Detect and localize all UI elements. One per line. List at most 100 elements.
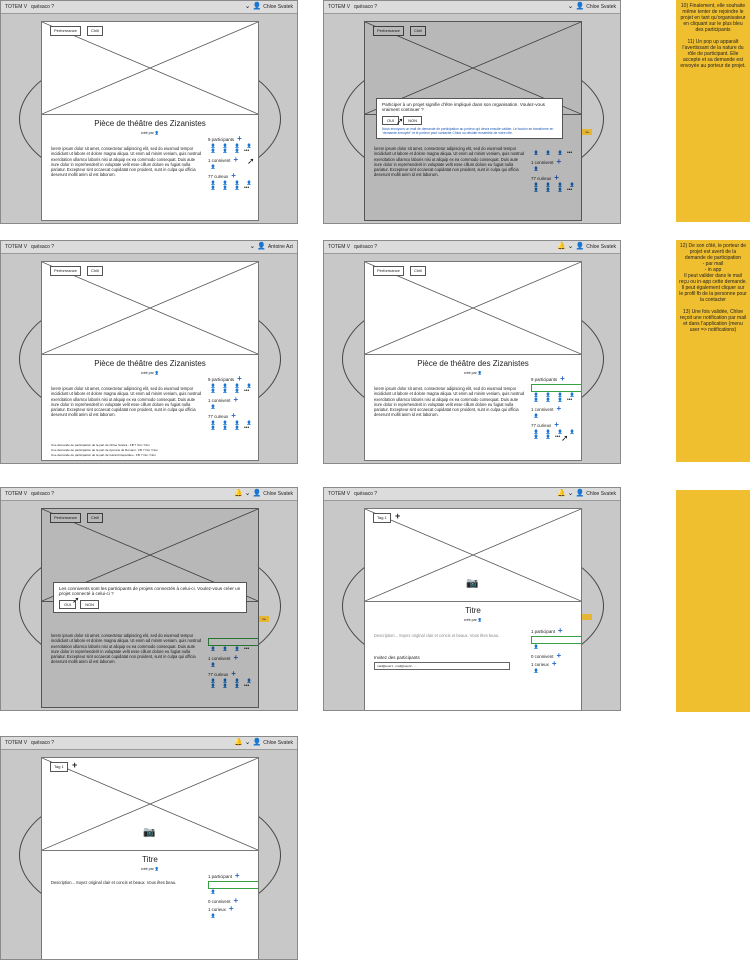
add-participant-button[interactable]: + <box>558 627 563 635</box>
participants-count: 9 participants <box>531 376 558 382</box>
chevron-down-icon[interactable]: ⌄ <box>245 1 251 13</box>
menu-quesaco[interactable]: quésaco ? <box>31 488 54 500</box>
curieux-count: 1 curieux <box>208 906 226 912</box>
user-name[interactable]: Chloe Svatek <box>263 488 293 500</box>
tag-chill[interactable]: Chill <box>87 26 103 36</box>
user-name[interactable]: Chloe Svatek <box>586 488 616 500</box>
pending-request-badge: ··· <box>208 881 258 889</box>
add-tag-button[interactable]: + <box>395 511 400 521</box>
user-icon[interactable]: 👤 <box>253 488 262 500</box>
invite-label: Invitez des participants <box>374 655 420 660</box>
logo[interactable]: TOTEM V <box>5 1 27 13</box>
tag-performance[interactable]: Performance <box>50 266 81 276</box>
side-yellow-tab <box>582 614 592 620</box>
tag-1[interactable]: Tag 1 <box>50 762 68 772</box>
add-participant-button[interactable]: + <box>237 375 242 383</box>
banner-image-placeholder[interactable]: Tag 1 + 📷 <box>42 758 258 851</box>
project-description: lorem ipsum dolor sit amet, consectetur … <box>51 146 202 178</box>
tag-chill[interactable]: Chill <box>410 266 426 276</box>
project-card: Performance Chill Pièce de théâtre des Z… <box>41 261 259 461</box>
project-description[interactable]: Description... Soyez original clair et c… <box>374 633 514 638</box>
avatar: 👤 <box>154 371 160 375</box>
user-icon[interactable]: 👤 <box>576 241 585 253</box>
add-curieux-button[interactable]: + <box>231 172 236 180</box>
participants-count: 9 participants <box>208 376 235 382</box>
chevron-down-icon[interactable]: ⌄ <box>568 1 574 13</box>
camera-icon[interactable]: 📷 <box>143 827 155 838</box>
popup-no-button[interactable]: NON <box>403 115 423 126</box>
participants-count: 1 participant <box>531 628 555 634</box>
add-participant-button[interactable]: + <box>235 872 240 880</box>
add-curieux-button[interactable]: + <box>552 660 557 668</box>
connivents-count: 1 connivent <box>531 406 554 412</box>
tag-1[interactable]: Tag 1 <box>373 513 391 523</box>
project-title[interactable]: Titre <box>42 855 258 864</box>
participation-popup: Participer à un projet signifie d’être i… <box>376 98 563 140</box>
popup-text: Les connivents sont les participants de … <box>59 586 241 597</box>
pending-request-badge: ··· <box>531 636 581 644</box>
top-bar: TOTEM V quésaco ? ⌄ 👤 Antoine Azi <box>1 241 297 254</box>
add-connivent-button[interactable]: + <box>233 156 238 164</box>
menu-quesaco[interactable]: quésaco ? <box>354 488 377 500</box>
user-name[interactable]: Chloe Svatek <box>586 1 616 13</box>
add-participant-button[interactable]: + <box>560 375 565 383</box>
chevron-down-icon[interactable]: ⌄ <box>568 241 574 253</box>
user-name[interactable]: Chloe Svatek <box>263 1 293 13</box>
user-icon[interactable]: 👤 <box>253 737 262 749</box>
menu-quesaco[interactable]: quésaco ? <box>354 241 377 253</box>
project-description[interactable]: Description... Soyez original clair et c… <box>51 880 201 885</box>
members-panel: 1 participant + ··· 👤 0 connivent + 1 curi… <box>208 872 258 921</box>
connivents-count: 1 connivent <box>208 157 231 163</box>
menu-quesaco[interactable]: quésaco ? <box>31 241 54 253</box>
bell-icon[interactable]: 🔔 <box>234 737 243 749</box>
logo[interactable]: TOTEM V <box>328 1 350 13</box>
chevron-down-icon[interactable]: ⌄ <box>245 737 251 749</box>
camera-icon[interactable]: 📷 <box>466 578 478 589</box>
chevron-down-icon[interactable]: ⌄ <box>568 488 574 500</box>
project-title[interactable]: Titre <box>365 606 581 615</box>
user-icon[interactable]: 👤 <box>576 488 585 500</box>
add-participant-button[interactable]: + <box>237 135 242 143</box>
created-by: créé par 👤 <box>463 618 483 622</box>
user-icon[interactable]: 👤 <box>576 1 585 13</box>
logo[interactable]: TOTEM V <box>328 488 350 500</box>
add-connivent-button[interactable]: + <box>233 396 238 404</box>
banner-image-placeholder[interactable]: Tag 1 + 📷 <box>365 509 581 602</box>
add-tag-button[interactable]: + <box>72 760 77 770</box>
participants-count: 1 participant <box>208 873 232 879</box>
logo[interactable]: TOTEM V <box>5 241 27 253</box>
tag-performance[interactable]: Performance <box>50 26 81 36</box>
add-curieux-button[interactable]: + <box>554 421 559 429</box>
invite-input[interactable]: mail@user1 , mail@user2 , ... <box>374 662 510 670</box>
user-name[interactable]: Chloe Svatek <box>586 241 616 253</box>
logo[interactable]: TOTEM V <box>5 488 27 500</box>
add-curieux-button[interactable]: + <box>229 905 234 913</box>
bell-icon[interactable]: 🔔 <box>557 488 566 500</box>
avatar: 👤 <box>154 867 160 871</box>
chevron-down-icon[interactable]: ⌄ <box>245 488 251 500</box>
add-connivent-button[interactable]: + <box>556 405 561 413</box>
top-bar: TOTEM V quésaco ? 🔔 ⌄ 👤 Chloe Svatek <box>324 241 620 254</box>
menu-quesaco[interactable]: quésaco ? <box>31 1 54 13</box>
add-connivent-button[interactable]: + <box>233 897 238 905</box>
request-item[interactable]: Une demande de participation de la part … <box>51 453 211 458</box>
popup-no-button[interactable]: NON <box>80 599 100 610</box>
add-curieux-button[interactable]: + <box>231 412 236 420</box>
menu-quesaco[interactable]: quésaco ? <box>354 1 377 13</box>
menu-quesaco[interactable]: quésaco ? <box>31 737 54 749</box>
add-connivent-button[interactable]: + <box>556 652 561 660</box>
logo[interactable]: TOTEM V <box>5 737 27 749</box>
user-name[interactable]: Antoine Azi <box>268 241 293 253</box>
tag-performance[interactable]: Performance <box>373 266 404 276</box>
logo[interactable]: TOTEM V <box>328 241 350 253</box>
wireframe-1: TOTEM V quésaco ? ⌄ 👤 Chloe Svatek Perform… <box>0 0 298 224</box>
chevron-down-icon[interactable]: ⌄ <box>249 241 255 253</box>
user-icon[interactable]: 👤 <box>253 1 262 13</box>
user-icon[interactable]: 👤 <box>257 241 266 253</box>
bell-icon[interactable]: 🔔 <box>557 241 566 253</box>
user-name[interactable]: Chloe Svatek <box>263 737 293 749</box>
tag-chill[interactable]: Chill <box>87 266 103 276</box>
members-panel: 1 participant + ··· 👤 0 connivent + 1 curi… <box>531 627 581 676</box>
bell-icon[interactable]: 🔔 <box>234 488 243 500</box>
mouse-cursor-icon: ➚ <box>247 156 255 166</box>
